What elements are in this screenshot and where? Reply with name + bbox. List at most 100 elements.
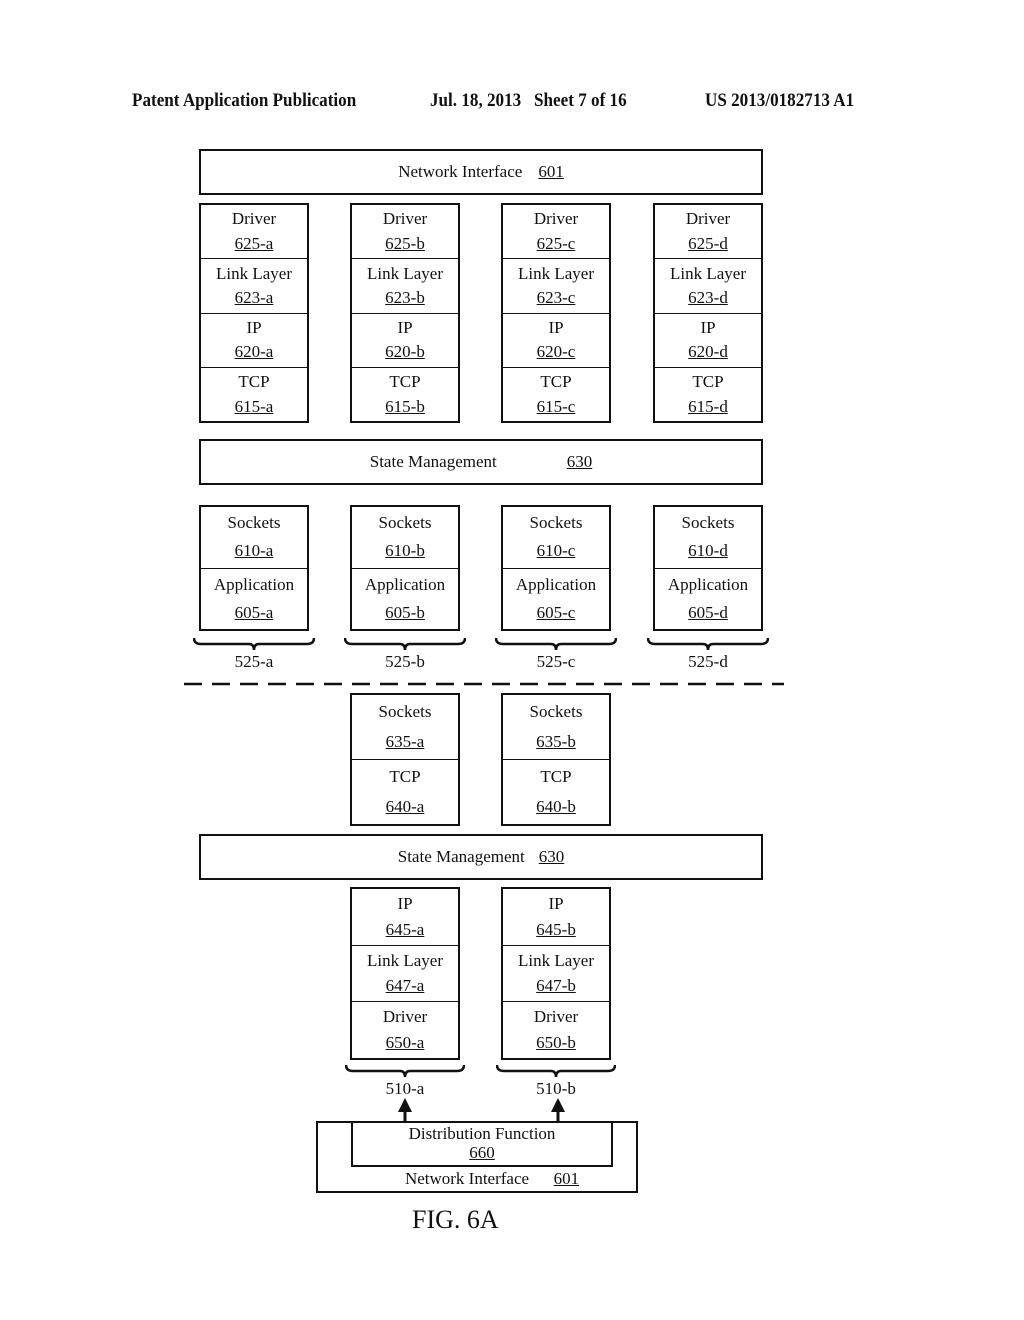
- brace: [496, 1064, 616, 1078]
- layer-cell: Link Layer 623-a: [201, 258, 307, 312]
- layer-label: Driver: [533, 209, 579, 229]
- layer-label: Driver: [533, 1007, 579, 1027]
- layer-label: TCP: [238, 372, 270, 392]
- layer-ref: 610-a: [234, 541, 274, 561]
- publication-title: Patent Application Publication: [132, 90, 357, 111]
- layer-label: Sockets: [227, 513, 281, 533]
- layer-cell: TCP 615-b: [352, 366, 458, 421]
- layer-label: Application: [667, 574, 749, 594]
- layer-cell: Driver 650-a: [352, 1001, 458, 1058]
- layer-label: IP: [548, 893, 564, 913]
- layer-cell: Driver 625-a: [201, 205, 307, 258]
- layer-ref: 605-c: [536, 602, 576, 622]
- layer-cell: Application 605-c: [503, 567, 609, 630]
- layer-ref: 640-a: [385, 797, 425, 816]
- protocol-stack: Driver 625-a Link Layer 623-a IP 620-a TCP 615-…: [199, 203, 309, 423]
- socket-tcp-stack: Sockets 635-a TCP 640-a: [350, 693, 460, 826]
- layer-ref: 620-a: [234, 342, 274, 362]
- layer-ref: 615-b: [385, 396, 425, 416]
- brace: [647, 637, 769, 651]
- layer-ref: 645-a: [385, 919, 425, 939]
- layer-label: IP: [700, 317, 716, 337]
- layer-cell: Link Layer 623-d: [655, 258, 761, 312]
- layer-ref: 610-c: [536, 541, 576, 561]
- group-label: 525-d: [688, 652, 728, 671]
- layer-ref: 615-d: [688, 396, 728, 416]
- layer-cell: Driver 625-c: [503, 205, 609, 258]
- layer-label: Sockets: [681, 513, 735, 533]
- layer-ref: 620-c: [536, 342, 576, 362]
- layer-cell: Application 605-d: [655, 567, 761, 630]
- layer-label: Driver: [231, 209, 277, 229]
- layer-cell: Application 605-a: [201, 567, 307, 630]
- application-stack: Sockets 610-c Application 605-c: [501, 505, 611, 631]
- ref: 601: [538, 162, 564, 181]
- layer-cell: TCP 615-c: [503, 366, 609, 421]
- application-stack: Sockets 610-d Application 605-d: [653, 505, 763, 631]
- layer-ref: 640-b: [536, 797, 576, 816]
- group-label: 510-b: [536, 1079, 576, 1098]
- state-management-upper: State Management 630: [199, 439, 763, 485]
- layer-ref: 605-b: [385, 602, 425, 622]
- layer-label: Link Layer: [367, 263, 443, 283]
- layer-cell: TCP 640-b: [503, 759, 609, 824]
- group-label: 525-b: [385, 652, 425, 671]
- layer-label: Link Layer: [367, 950, 443, 970]
- layer-cell: TCP 615-a: [201, 366, 307, 421]
- layer-label: Sockets: [529, 513, 583, 533]
- layer-cell: TCP 615-d: [655, 366, 761, 421]
- brace: [344, 637, 466, 651]
- layer-label: Link Layer: [216, 263, 292, 283]
- layer-cell: TCP 640-a: [352, 759, 458, 824]
- layer-label: TCP: [389, 372, 421, 392]
- brace: [495, 637, 617, 651]
- ref: 630: [566, 452, 593, 471]
- layer-ref: 615-c: [536, 396, 576, 416]
- layer-label: TCP: [389, 767, 421, 786]
- ref: 630: [538, 847, 565, 866]
- layer-ref: 620-b: [385, 342, 425, 362]
- network-stack: IP 645-a Link Layer 647-a Driver 650-a: [350, 887, 460, 1060]
- layer-ref: 623-d: [688, 288, 728, 308]
- layer-ref: 605-a: [234, 602, 274, 622]
- date-sheet: Jul. 18, 2013 Sheet 7 of 16: [430, 90, 627, 111]
- protocol-stack: Driver 625-d Link Layer 623-d IP 620-d TCP 615-…: [653, 203, 763, 423]
- application-stack: Sockets 610-a Application 605-a: [199, 505, 309, 631]
- layer-ref: 645-b: [536, 919, 576, 939]
- layer-ref: 625-d: [688, 233, 728, 253]
- group-label: 525-c: [536, 652, 576, 671]
- layer-ref: 615-a: [234, 396, 274, 416]
- layer-cell: IP 620-b: [352, 312, 458, 367]
- layer-ref: 650-b: [536, 1033, 576, 1053]
- protocol-stack: Driver 625-c Link Layer 623-c IP 620-c TCP 615-…: [501, 203, 611, 423]
- layer-ref: 650-a: [385, 1033, 425, 1053]
- state-management-lower: State Management 630: [199, 834, 763, 880]
- group-label: 525-a: [234, 652, 274, 671]
- network-interface-label: Network Interface 601: [318, 1169, 636, 1189]
- distribution-function: Distribution Function 660: [351, 1121, 613, 1167]
- layer-cell: Sockets 610-c: [503, 507, 609, 568]
- layer-ref: 610-b: [385, 541, 425, 561]
- layer-label: TCP: [692, 372, 724, 392]
- layer-cell: Sockets 635-a: [352, 695, 458, 759]
- application-stack: Sockets 610-b Application 605-b: [350, 505, 460, 631]
- layer-label: Application: [364, 574, 446, 594]
- brace: [345, 1064, 465, 1078]
- layer-cell: Link Layer 647-a: [352, 944, 458, 1002]
- layer-cell: Link Layer 647-b: [503, 944, 609, 1002]
- layer-ref: 635-a: [385, 732, 425, 751]
- layer-label: TCP: [540, 767, 572, 786]
- layer-label: TCP: [540, 372, 572, 392]
- layer-cell: Sockets 610-b: [352, 507, 458, 568]
- layer-label: Application: [515, 574, 597, 594]
- layer-cell: Driver 625-b: [352, 205, 458, 258]
- label: State Management: [397, 847, 525, 866]
- layer-ref: 610-d: [688, 541, 728, 561]
- layer-cell: Link Layer 623-c: [503, 258, 609, 312]
- layer-ref: 647-a: [385, 976, 425, 996]
- group-label: 510-a: [385, 1079, 425, 1098]
- layer-cell: Driver 650-b: [503, 1001, 609, 1058]
- layer-cell: Application 605-b: [352, 567, 458, 630]
- layer-ref: 605-d: [688, 602, 728, 622]
- layer-ref: 623-b: [385, 288, 425, 308]
